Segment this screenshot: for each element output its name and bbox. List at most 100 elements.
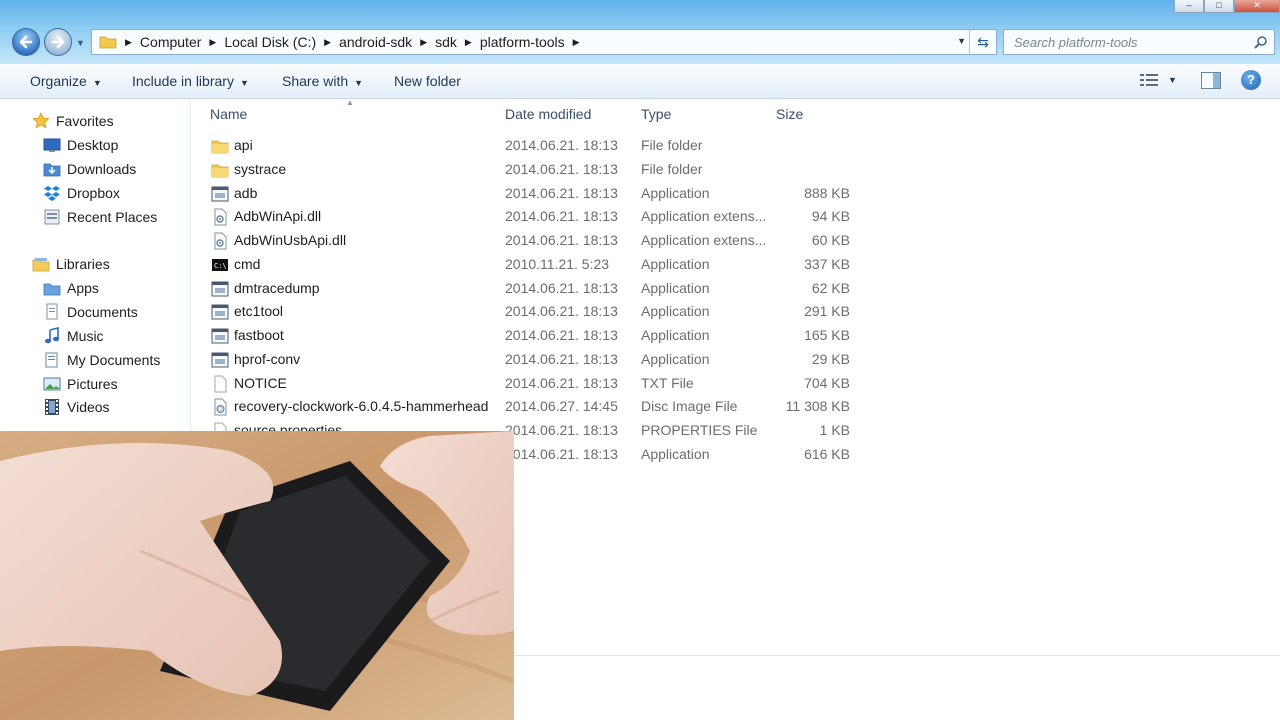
help-icon[interactable]: ? [1241,70,1261,90]
nav-item-apps[interactable]: Apps [43,279,99,297]
file-date-modified: 2014.06.21. 18:13 [505,422,618,438]
file-date-modified: 2014.06.21. 18:13 [505,375,618,391]
file-name: dmtracedump [234,280,320,296]
nav-item-label: Recent Places [67,209,158,225]
file-size: 1 KB [819,422,850,438]
breadcrumb-sdk[interactable]: sdk [435,34,457,50]
file-size: 94 KB [811,208,850,224]
file-size: 704 KB [804,375,850,391]
search-input[interactable]: Search platform-tools [1003,29,1275,55]
documents-icon [46,303,58,320]
include-in-library-button[interactable]: Include in library ▼ [132,73,249,89]
refresh-icon[interactable]: ⇆ [969,30,996,54]
nav-favorites[interactable]: Favorites [32,112,114,130]
file-row[interactable]: AdbWinApi.dll 2014.06.21. 18:13 Applicatio… [200,205,880,229]
nav-item-videos[interactable]: Videos [43,398,110,416]
file-name: adb [234,185,258,201]
file-row[interactable]: dmtracedump 2014.06.21. 18:13 Application 6… [200,277,880,301]
close-button[interactable]: ✕ [1234,0,1280,13]
maximize-button[interactable]: □ [1204,0,1234,13]
file-date-modified: 2014.06.21. 18:13 [505,208,618,224]
breadcrumb-local-disk[interactable]: Local Disk (C:) [224,34,316,50]
sort-ascending-icon: ▲ [346,98,354,107]
file-type: Application extens... [641,232,767,248]
file-name: etc1tool [234,303,284,319]
minimize-button[interactable]: – [1174,0,1204,13]
file-date-modified: 2014.06.27. 14:45 [505,398,618,414]
nav-item-dropbox[interactable]: Dropbox [43,184,120,202]
nav-item-downloads[interactable]: Downloads [43,160,136,178]
file-row[interactable]: recovery-clockwork-6.0.4.5-hammerhead 201… [200,395,880,419]
breadcrumb-separator-icon[interactable]: ▶ [420,37,427,48]
star-icon [32,112,50,129]
nav-libraries-label: Libraries [56,256,110,272]
file-name: api [234,137,253,153]
file-name: cmd [234,256,261,272]
nav-libraries[interactable]: Libraries [32,255,110,273]
recent-pages-dropdown[interactable]: ▼ [76,38,85,48]
include-label: Include in library [132,73,234,89]
file-row[interactable]: adb 2014.06.21. 18:13 Application 888 KB [200,182,880,206]
file-size: 337 KB [804,256,850,272]
file-row[interactable]: systrace 2014.06.21. 18:13 File folder [200,158,880,182]
file-row[interactable]: api 2014.06.21. 18:13 File folder [200,134,880,158]
address-history-dropdown[interactable]: ▼ [957,36,966,46]
downloads-folder-icon [43,163,61,177]
breadcrumb-computer[interactable]: Computer [140,34,201,50]
column-header-size[interactable]: Size [776,106,803,122]
file-type: TXT File [641,375,694,391]
application-icon [211,304,229,320]
organize-button[interactable]: Organize ▼ [30,73,102,89]
breadcrumb-platform-tools[interactable]: platform-tools [480,34,565,50]
address-bar[interactable]: ▶ Computer ▶ Local Disk (C:) ▶ android-s… [91,29,997,55]
file-type: PROPERTIES File [641,422,758,438]
view-options-icon[interactable] [1140,73,1158,87]
file-row[interactable]: etc1tool 2014.06.21. 18:13 Application 291 … [200,300,880,324]
breadcrumb-separator-icon[interactable]: ▶ [209,37,216,48]
file-row[interactable]: fastboot 2014.06.21. 18:13 Application 165 … [200,324,880,348]
breadcrumb-separator-icon[interactable]: ▶ [125,37,132,48]
file-row[interactable]: AdbWinUsbApi.dll 2014.06.21. 18:13 Applica… [200,229,880,253]
back-button[interactable] [12,28,40,56]
breadcrumb-separator-icon[interactable]: ▶ [465,37,472,48]
share-label: Share with [282,73,349,89]
file-row[interactable]: C:\ cmd 2010.11.21. 5:23 Application 337 KB [200,253,880,277]
column-header-name[interactable]: Name [210,106,247,122]
file-date-modified: 2014.06.21. 18:13 [505,232,618,248]
nav-item-label: Dropbox [67,185,120,201]
file-name: recovery-clockwork-6.0.4.5-hammerhead [234,398,489,414]
nav-item-label: Music [67,328,104,344]
nav-item-documents[interactable]: Documents [43,303,138,321]
dll-icon [214,232,227,250]
libraries-icon [32,258,50,272]
preview-pane-icon[interactable] [1201,72,1221,89]
nav-item-label: My Documents [67,352,161,368]
column-header-type[interactable]: Type [641,106,671,122]
breadcrumb-separator-icon[interactable]: ▶ [324,37,331,48]
search-icon[interactable] [1254,35,1268,49]
file-row[interactable]: hprof-conv 2014.06.21. 18:13 Application 29… [200,348,880,372]
breadcrumb-android-sdk[interactable]: android-sdk [339,34,412,50]
nav-favorites-label: Favorites [56,113,114,129]
nav-item-pictures[interactable]: Pictures [43,375,118,393]
title-bar: – □ ✕ ▼ ▶ Computer ▶ Local Disk (C:) ▶ a… [0,0,1280,64]
forward-button[interactable] [44,28,72,56]
nav-item-music[interactable]: Music [43,327,104,345]
back-arrow-icon [19,35,33,49]
view-options-dropdown[interactable]: ▼ [1168,75,1177,85]
file-type: Application [641,303,710,319]
file-row[interactable]: NOTICE 2014.06.21. 18:13 TXT File 704 KB [200,372,880,396]
new-folder-button[interactable]: New folder [394,73,461,89]
file-size: 616 KB [804,446,850,462]
file-name: fastboot [234,327,284,343]
application-icon [211,186,229,202]
nav-item-recent-places[interactable]: Recent Places [43,208,157,226]
column-header-date-modified[interactable]: Date modified [505,106,591,122]
breadcrumb-separator-icon[interactable]: ▶ [573,37,580,48]
nav-item-desktop[interactable]: Desktop [43,136,118,154]
file-size: 291 KB [804,303,850,319]
cmd-icon: C:\ [212,259,228,271]
nav-item-my-documents[interactable]: My Documents [43,351,160,369]
file-name: systrace [234,161,287,177]
share-with-button[interactable]: Share with ▼ [282,73,363,89]
